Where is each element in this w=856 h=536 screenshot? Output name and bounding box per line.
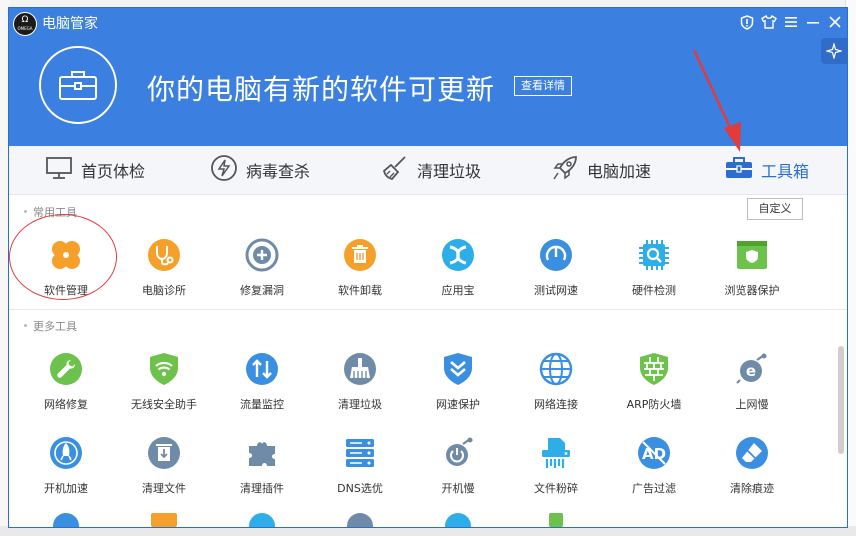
tool-slow-boot[interactable]: 开机慢 <box>409 430 507 502</box>
chevron-shield-icon <box>441 352 475 386</box>
annotation-red-arrow <box>692 49 741 152</box>
more-tools-grid-row-2: 开机加速 清理文件 清理插件 DNS选优 开机慢 文件粉碎 AD 广告过滤 清除 <box>17 430 807 502</box>
tool-slow-internet[interactable]: e 上网慢 <box>703 346 801 418</box>
minimize-icon[interactable] <box>805 14 821 30</box>
eraser-icon <box>735 436 769 470</box>
browser-shield-icon <box>735 238 769 272</box>
annotation-red-circle <box>9 214 117 300</box>
firewall-icon <box>637 352 671 386</box>
vertical-scrollbar[interactable] <box>838 346 844 454</box>
more-tools-grid-row-3-partial <box>17 513 807 527</box>
tool-file-shredder[interactable]: 文件粉碎 <box>507 430 605 502</box>
shredder-icon <box>539 436 573 470</box>
monitor-icon <box>45 156 73 184</box>
tool-fix-vulnerability[interactable]: 修复漏洞 <box>213 232 311 304</box>
section-divider <box>9 309 847 310</box>
close-icon[interactable] <box>827 14 843 30</box>
toolbox-banner-icon <box>39 46 117 124</box>
appstore-icon <box>441 238 475 272</box>
window-controls <box>739 14 843 30</box>
tool-speed-protect[interactable]: 网速保护 <box>409 346 507 418</box>
tool-arp-firewall[interactable]: ARP防火墙 <box>605 346 703 418</box>
tool-clear-traces[interactable]: 清除痕迹 <box>703 430 801 502</box>
tab-virus-scan[interactable]: 病毒查杀 <box>210 146 310 194</box>
broom-icon <box>343 352 377 386</box>
boot-rocket-icon <box>49 436 83 470</box>
tool-network-repair[interactable]: 网络修复 <box>17 346 115 418</box>
wrench-icon <box>49 352 83 386</box>
boot-slow-icon <box>441 436 475 470</box>
tool-browser-protect[interactable]: 浏览器保护 <box>703 232 801 304</box>
tool-speed-test[interactable]: 测试网速 <box>507 232 605 304</box>
tab-home-checkup[interactable]: 首页体检 <box>45 146 145 194</box>
ie-bug-icon: e <box>735 352 769 386</box>
tool-wifi-security[interactable]: 无线安全助手 <box>115 346 213 418</box>
trash-icon <box>343 238 377 272</box>
tool-dns-optimize[interactable]: DNS选优 <box>311 430 409 502</box>
common-tools-grid: 软件管理 电脑诊所 修复漏洞 软件卸载 应用宝 测试网速 硬件检测 浏览器保护 <box>17 232 807 304</box>
puzzle-icon <box>245 436 279 470</box>
shield-icon[interactable] <box>739 14 755 30</box>
server-icon <box>343 436 377 470</box>
customize-button[interactable]: 自定义 <box>747 198 803 220</box>
rocket-icon <box>551 154 579 186</box>
globe-icon <box>539 352 573 386</box>
chip-icon <box>637 238 671 272</box>
svg-text:e: e <box>746 362 756 380</box>
tool-clean-files[interactable]: 清理文件 <box>115 430 213 502</box>
tool-boot-speedup[interactable]: 开机加速 <box>17 430 115 502</box>
tool-clean-plugins[interactable]: 清理插件 <box>213 430 311 502</box>
tool-uninstall[interactable]: 软件卸载 <box>311 232 409 304</box>
file-clean-icon <box>147 436 181 470</box>
update-headline: 你的电脑有新的软件可更新 <box>147 73 496 106</box>
tool-pc-clinic[interactable]: 电脑诊所 <box>115 232 213 304</box>
tool-hardware-check[interactable]: 硬件检测 <box>605 232 703 304</box>
tool-ad-filter[interactable]: AD 广告过滤 <box>605 430 703 502</box>
more-tools-label: 更多工具 <box>33 320 77 333</box>
patch-icon <box>245 238 279 272</box>
more-tools-grid-row-1: 网络修复 无线安全助手 流量监控 清理垃圾 网速保护 网络连接 ARP防火墙 e <box>17 346 807 418</box>
sparkle-icon[interactable] <box>821 38 847 64</box>
menu-icon[interactable] <box>783 14 799 30</box>
tab-clean-junk[interactable]: 清理垃圾 <box>381 146 481 194</box>
lightning-icon <box>210 154 238 186</box>
tool-app-store[interactable]: 应用宝 <box>409 232 507 304</box>
view-details-button[interactable]: 查看详情 <box>514 76 572 96</box>
app-title: 电脑管家 <box>42 16 98 32</box>
tab-speed-up[interactable]: 电脑加速 <box>551 146 651 194</box>
stethoscope-icon <box>147 238 181 272</box>
tool-clean-junk[interactable]: 清理垃圾 <box>311 346 409 418</box>
app-logo: Ω OMEGA <box>13 12 37 36</box>
broom-icon <box>381 154 409 186</box>
ad-block-icon: AD <box>637 436 671 470</box>
tool-traffic-monitor[interactable]: 流量监控 <box>213 346 311 418</box>
wifi-shield-icon <box>147 352 181 386</box>
title-bar[interactable]: Ω OMEGA 电脑管家 <box>9 8 847 36</box>
skin-shirt-icon[interactable] <box>761 14 777 30</box>
speedometer-icon <box>539 238 573 272</box>
traffic-icon <box>245 352 279 386</box>
tool-network-connect[interactable]: 网络连接 <box>507 346 605 418</box>
toolbox-icon <box>725 156 753 184</box>
